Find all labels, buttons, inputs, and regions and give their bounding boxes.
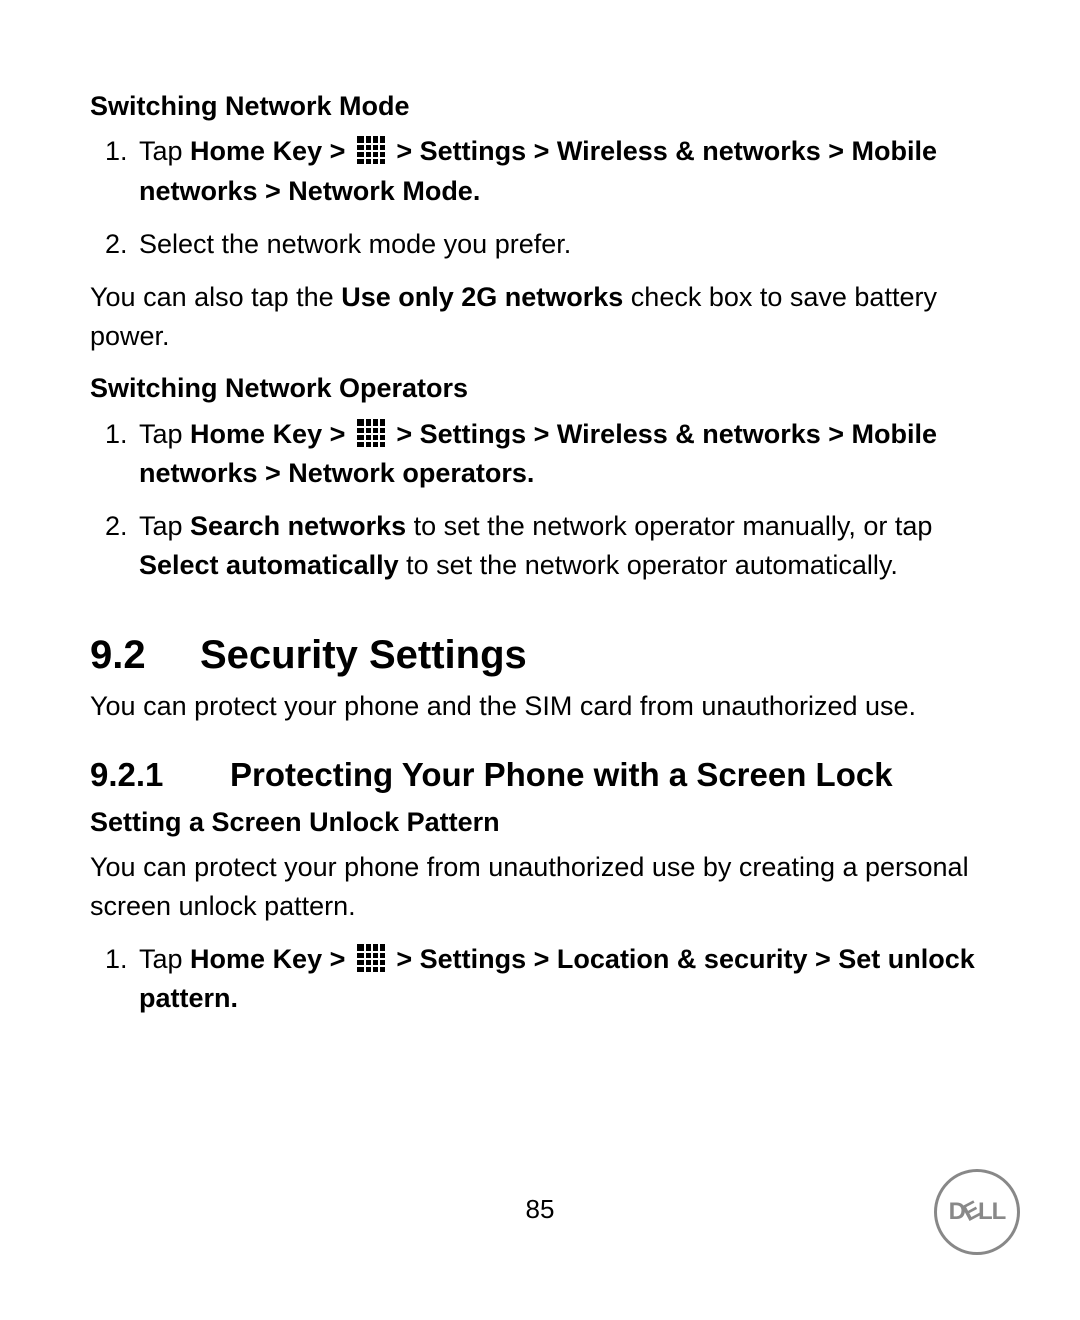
body-paragraph: You can protect your phone from unauthor… (90, 848, 990, 926)
subsection-title: Protecting Your Phone with a Screen Lock (230, 754, 990, 795)
subsection-number: 9.2.1 (90, 754, 230, 795)
section-title: Security Settings (200, 631, 527, 679)
list-item: Tap Home Key > > Settings > Location & s… (135, 940, 990, 1018)
step-text-bold: Home Key > (190, 419, 353, 449)
step-text: Tap (139, 944, 190, 974)
app-grid-icon (357, 419, 385, 447)
subsection-heading-screen-lock: 9.2.1 Protecting Your Phone with a Scree… (90, 754, 990, 795)
note-text-bold: Use only 2G networks (341, 282, 623, 312)
section-number: 9.2 (90, 631, 200, 679)
list-item: Tap Search networks to set the network o… (135, 507, 990, 585)
step-text: to set the network operator manually, or… (406, 511, 932, 541)
step-text-bold: Home Key > (190, 136, 353, 166)
step-text-bold: Home Key > (190, 944, 353, 974)
steps-network-operators: Tap Home Key > > Settings > Wireless & n… (90, 415, 990, 586)
step-text: Tap (139, 419, 190, 449)
dell-logo-letter: L (992, 1198, 1006, 1226)
document-page: Switching Network Mode Tap Home Key > > … (0, 0, 1080, 1320)
section-heading-security-settings: 9.2 Security Settings (90, 631, 990, 679)
list-item: Tap Home Key > > Settings > Wireless & n… (135, 415, 990, 493)
heading-switching-network-operators: Switching Network Operators (90, 370, 990, 406)
note-text: You can also tap the (90, 282, 341, 312)
step-text: to set the network operator automaticall… (399, 550, 898, 580)
step-text: Select the network mode you prefer. (139, 229, 571, 259)
heading-setting-unlock-pattern: Setting a Screen Unlock Pattern (90, 804, 990, 840)
list-item: Select the network mode you prefer. (135, 225, 990, 264)
app-grid-icon (357, 136, 385, 164)
steps-network-mode: Tap Home Key > > Settings > Wireless & n… (90, 132, 990, 263)
list-item: Tap Home Key > > Settings > Wireless & n… (135, 132, 990, 210)
dell-logo-icon: DELL (934, 1169, 1020, 1255)
step-text: Tap (139, 136, 190, 166)
step-text-bold: Search networks (190, 511, 406, 541)
steps-unlock-pattern: Tap Home Key > > Settings > Location & s… (90, 940, 990, 1018)
body-paragraph: You can also tap the Use only 2G network… (90, 278, 990, 356)
step-text: Tap (139, 511, 190, 541)
app-grid-icon (357, 944, 385, 972)
heading-switching-network-mode: Switching Network Mode (90, 88, 990, 124)
body-paragraph: You can protect your phone and the SIM c… (90, 687, 990, 726)
page-number: 85 (0, 1194, 1080, 1225)
step-text-bold: Select automatically (139, 550, 399, 580)
